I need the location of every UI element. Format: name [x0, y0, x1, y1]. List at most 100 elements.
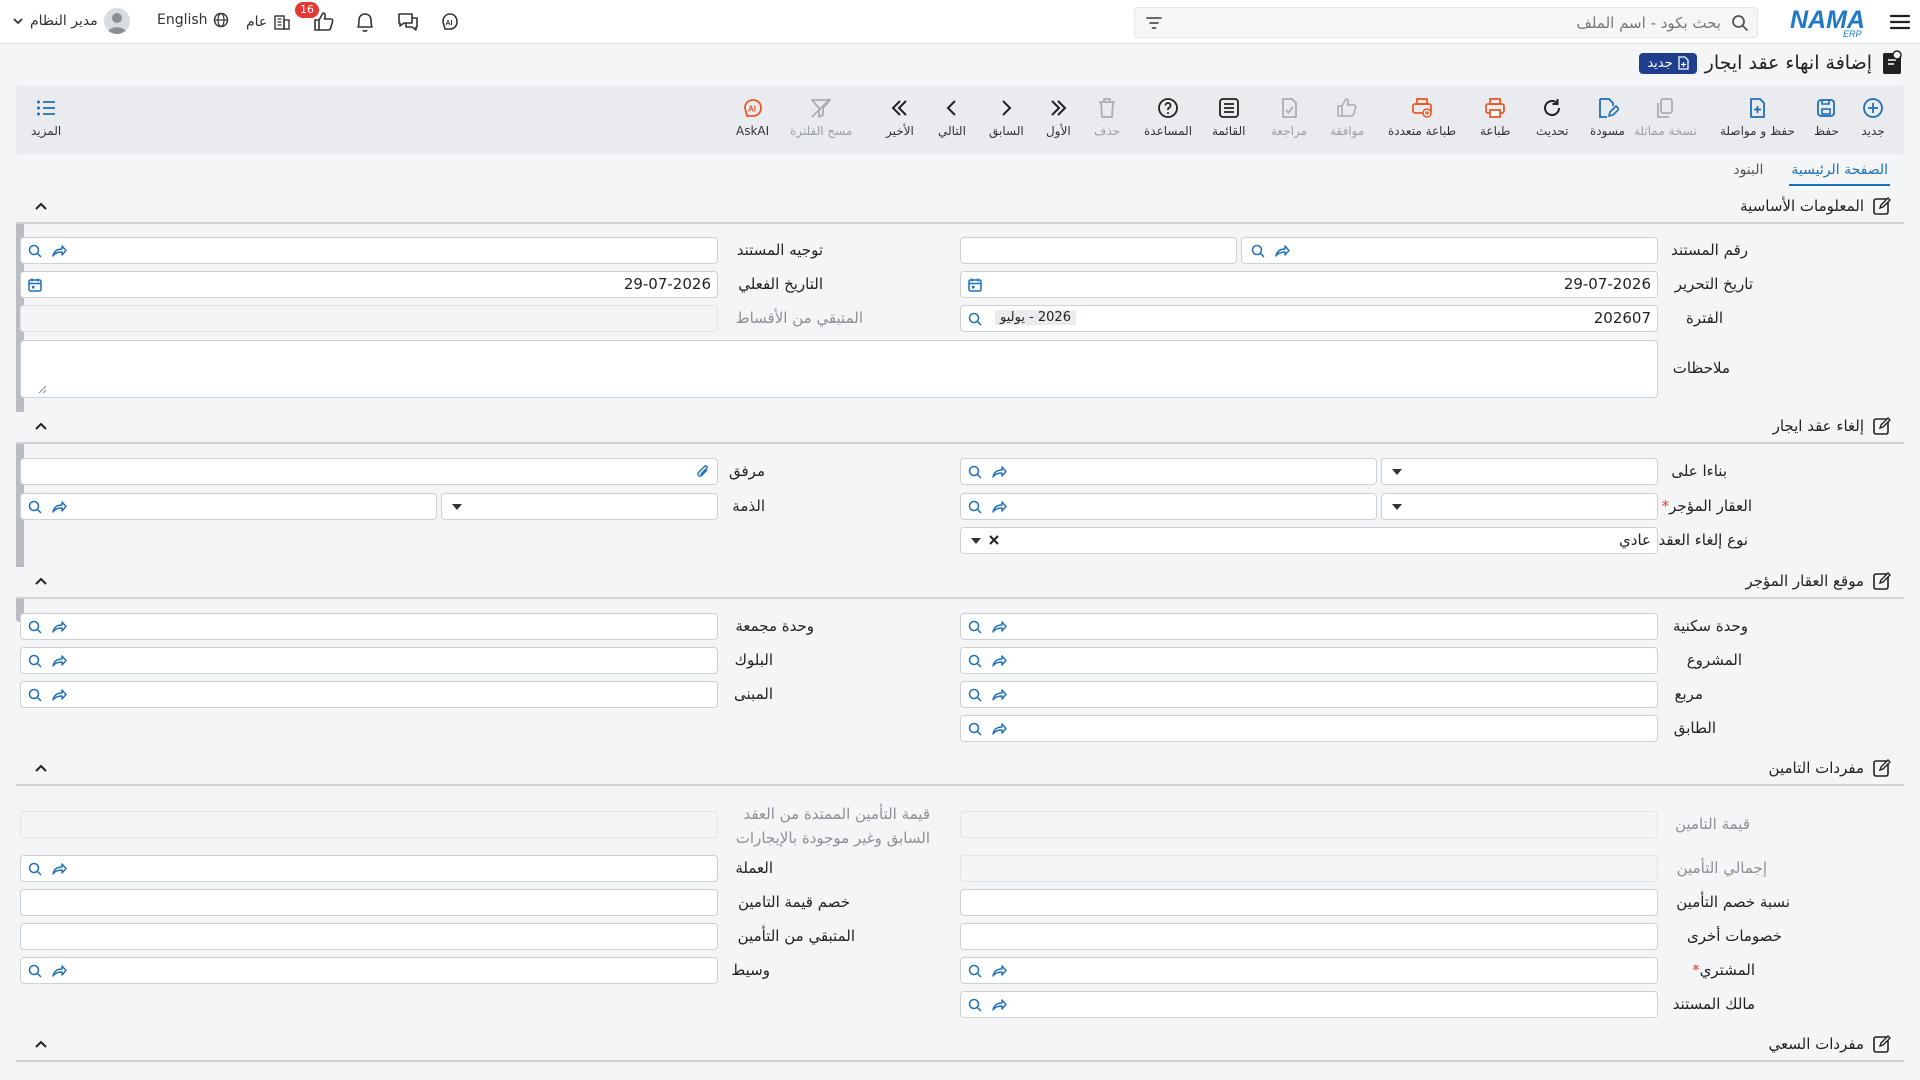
lookup-icon[interactable]: [967, 653, 983, 669]
lookup-icon[interactable]: [967, 721, 983, 737]
edit-date-input[interactable]: 29-07-2026: [960, 271, 1658, 298]
insurance-discount-rate-input[interactable]: [960, 889, 1658, 916]
section-basic-info[interactable]: المعلومات الأساسية: [16, 192, 1904, 224]
last-record-button[interactable]: الأخير: [886, 96, 914, 138]
open-link-icon[interactable]: [991, 721, 1007, 737]
based-on-input[interactable]: [960, 458, 1377, 485]
user-menu[interactable]: مدير النظام: [12, 8, 130, 34]
insurance-discount-value-input[interactable]: [20, 889, 718, 916]
project-input[interactable]: [960, 647, 1658, 674]
open-link-icon[interactable]: [51, 619, 67, 635]
open-link-icon[interactable]: [51, 687, 67, 703]
lookup-icon[interactable]: [967, 464, 983, 480]
chevron-up-icon[interactable]: [34, 420, 48, 434]
more-button[interactable]: المزيد: [31, 96, 61, 138]
chevron-up-icon[interactable]: [34, 575, 48, 589]
lookup-icon[interactable]: [27, 499, 43, 515]
doc-number-suffix-input[interactable]: [960, 237, 1237, 264]
other-discounts-input[interactable]: [960, 923, 1658, 950]
lookup-icon[interactable]: [27, 243, 43, 259]
lookup-icon[interactable]: [27, 653, 43, 669]
open-link-icon[interactable]: [51, 653, 67, 669]
open-link-icon[interactable]: [1274, 243, 1290, 259]
cancel-type-select[interactable]: عادي: [960, 527, 1658, 554]
lookup-icon[interactable]: [967, 311, 983, 327]
lookup-icon[interactable]: [27, 861, 43, 877]
lookup-icon[interactable]: [27, 619, 43, 635]
notes-textarea[interactable]: [20, 340, 1658, 398]
refresh-button[interactable]: تحديث: [1536, 96, 1569, 138]
tab-items[interactable]: البنود: [1731, 160, 1765, 186]
currency-input[interactable]: [20, 855, 718, 882]
save-continue-button[interactable]: حفظ و مواصلة: [1720, 96, 1795, 138]
block-input[interactable]: [20, 647, 718, 674]
chevron-up-icon[interactable]: [34, 762, 48, 776]
similar-copy-button[interactable]: نسخة مماثلة: [1634, 96, 1697, 138]
tab-main[interactable]: الصفحة الرئيسية: [1789, 160, 1890, 186]
open-link-icon[interactable]: [51, 499, 67, 515]
open-link-icon[interactable]: [991, 963, 1007, 979]
review-button[interactable]: مراجعة: [1271, 96, 1307, 138]
building-input[interactable]: [20, 681, 718, 708]
section-insurance[interactable]: مفردات التامين: [16, 754, 1904, 786]
lookup-icon[interactable]: [27, 687, 43, 703]
remaining-insurance-input[interactable]: [20, 923, 718, 950]
multi-print-button[interactable]: طباعة متعددة: [1388, 96, 1456, 138]
open-link-icon[interactable]: [991, 619, 1007, 635]
scope-switch[interactable]: عام: [246, 12, 292, 32]
open-link-icon[interactable]: [991, 687, 1007, 703]
hamburger-menu-icon[interactable]: [1888, 10, 1912, 34]
clear-icon[interactable]: [987, 533, 1001, 547]
open-link-icon[interactable]: [991, 653, 1007, 669]
square-input[interactable]: [960, 681, 1658, 708]
open-link-icon[interactable]: [991, 464, 1007, 480]
lookup-icon[interactable]: [967, 963, 983, 979]
dropdown-arrow-icon[interactable]: [971, 538, 981, 544]
open-link-icon[interactable]: [991, 997, 1007, 1013]
draft-button[interactable]: مسودة: [1590, 96, 1625, 138]
lookup-icon[interactable]: [967, 687, 983, 703]
chat-icon[interactable]: [396, 10, 420, 34]
save-button[interactable]: حفظ: [1814, 96, 1839, 138]
residential-unit-input[interactable]: [960, 613, 1658, 640]
search-box[interactable]: بحث بكود - اسم الملف: [1134, 7, 1758, 38]
bell-icon[interactable]: [354, 10, 376, 34]
new-button[interactable]: جديد: [1861, 96, 1885, 138]
first-record-button[interactable]: الأول: [1046, 96, 1071, 138]
section-brokerage[interactable]: مفردات السعي: [16, 1030, 1904, 1062]
lookup-icon[interactable]: [27, 963, 43, 979]
lookup-icon[interactable]: [967, 997, 983, 1013]
period-input[interactable]: 202607 2026 - يوليو: [960, 305, 1658, 332]
open-link-icon[interactable]: [991, 499, 1007, 515]
chevron-up-icon[interactable]: [34, 200, 48, 214]
lookup-icon[interactable]: [1250, 243, 1266, 259]
liability-input[interactable]: [20, 493, 437, 520]
chevron-up-icon[interactable]: [34, 1038, 48, 1052]
leased-property-input[interactable]: [960, 493, 1377, 520]
ai-assistant-icon[interactable]: AI: [438, 10, 462, 34]
print-button[interactable]: طباعة: [1480, 96, 1510, 138]
resize-handle-icon[interactable]: [37, 384, 47, 394]
open-link-icon[interactable]: [51, 243, 67, 259]
based-on-type-select[interactable]: [1381, 458, 1658, 485]
doc-direction-input[interactable]: [20, 237, 718, 264]
liability-type-select[interactable]: [441, 493, 718, 520]
doc-owner-input[interactable]: [960, 991, 1658, 1018]
open-link-icon[interactable]: [51, 963, 67, 979]
clear-filter-button[interactable]: مسح الفلترة: [790, 96, 852, 138]
list-button[interactable]: القائمة: [1212, 96, 1245, 138]
open-link-icon[interactable]: [51, 861, 67, 877]
nama-erp-logo[interactable]: NAMA ERP: [1788, 4, 1872, 38]
combined-unit-input[interactable]: [20, 613, 718, 640]
buyer-input[interactable]: [960, 957, 1658, 984]
broker-input[interactable]: [20, 957, 718, 984]
askai-button[interactable]: AI AskAI: [736, 96, 769, 138]
lookup-icon[interactable]: [967, 619, 983, 635]
next-record-button[interactable]: التالي: [938, 96, 966, 138]
paperclip-icon[interactable]: [695, 464, 711, 480]
lookup-icon[interactable]: [967, 499, 983, 515]
calendar-icon[interactable]: [27, 277, 43, 293]
leased-property-type-select[interactable]: [1381, 493, 1658, 520]
attachment-input[interactable]: [20, 458, 718, 485]
section-property-location[interactable]: موقع العقار المؤجر: [16, 567, 1904, 599]
